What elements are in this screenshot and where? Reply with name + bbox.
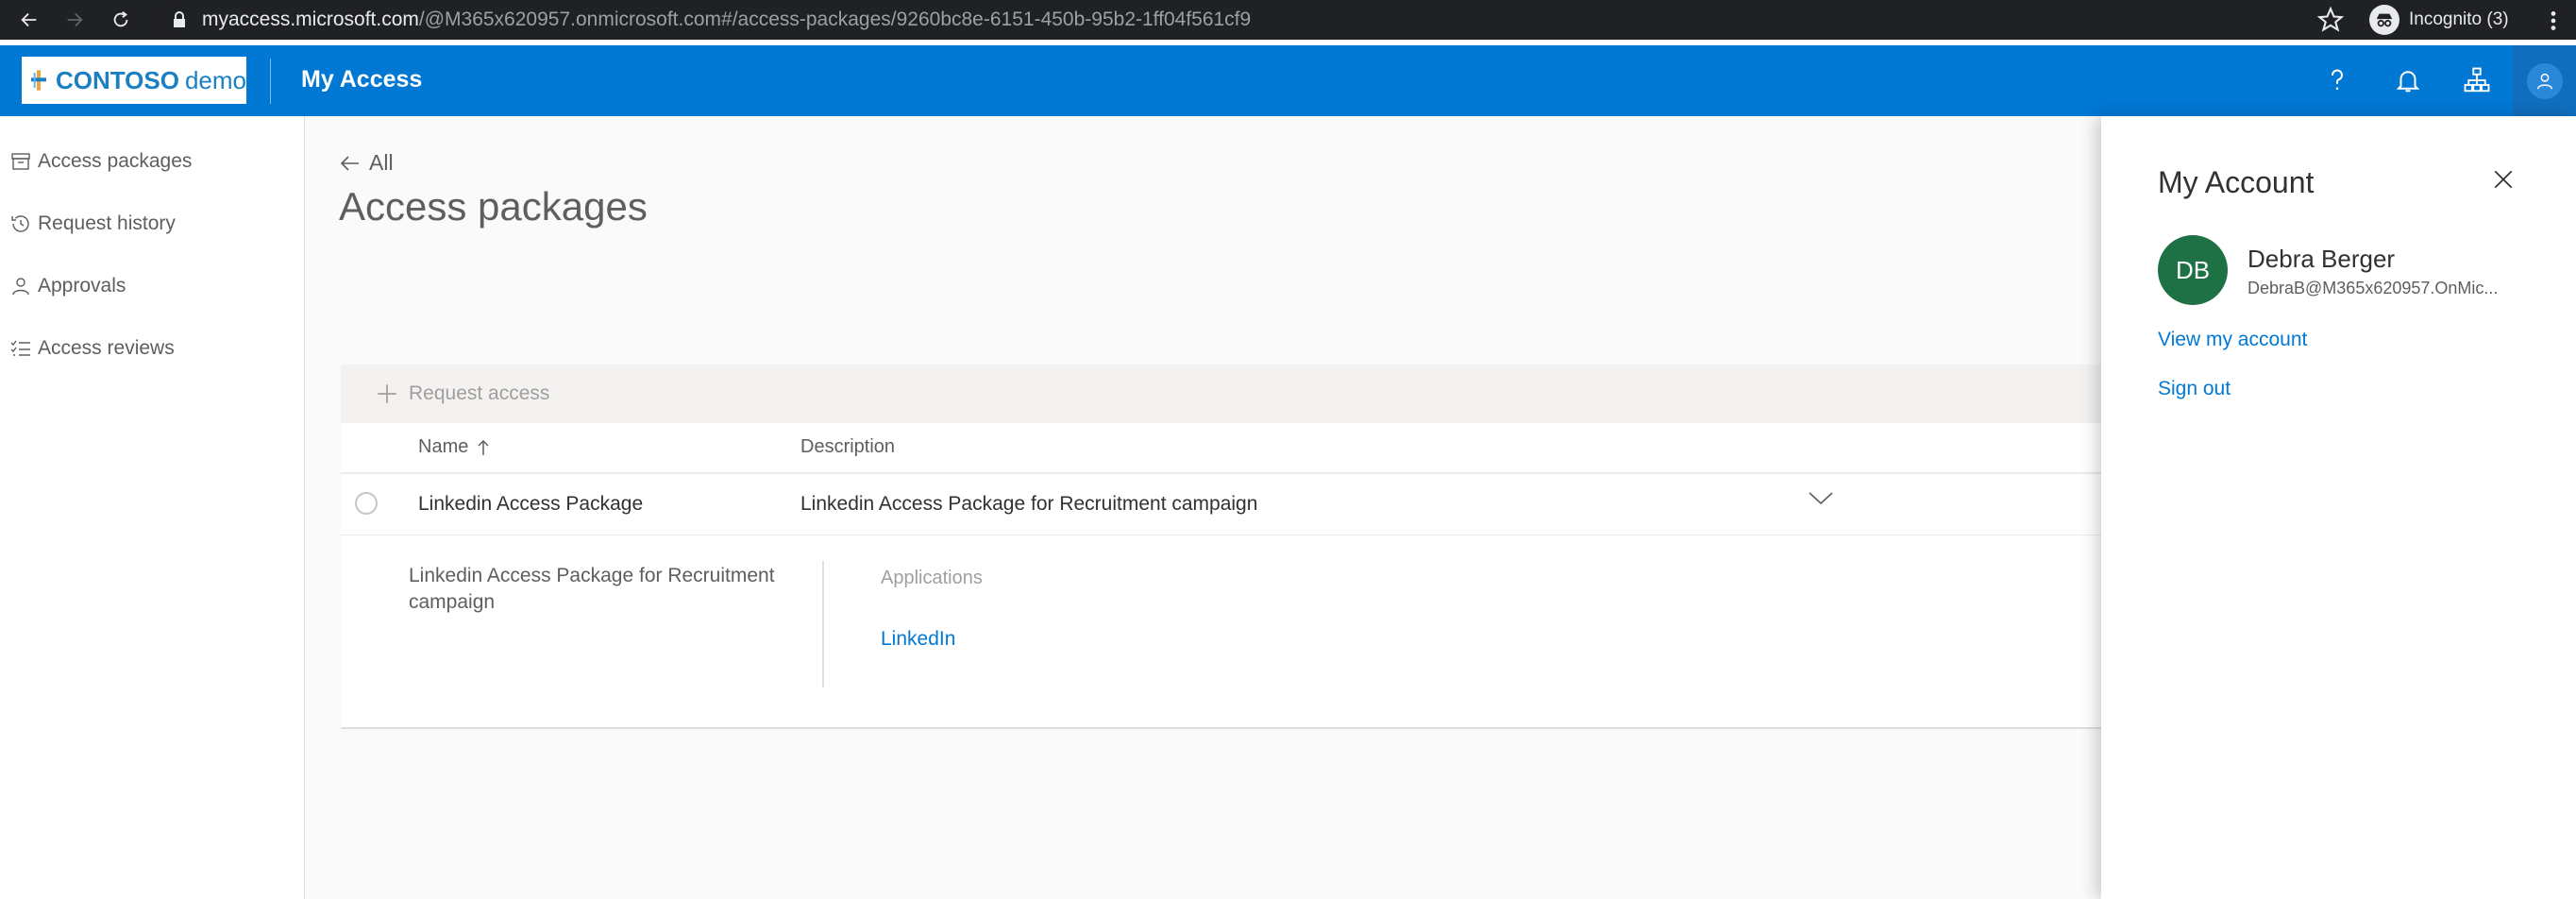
- logo-mark-icon: [30, 70, 46, 91]
- person-icon: [2536, 73, 2552, 89]
- chevron-down-icon[interactable]: [1807, 487, 1835, 510]
- user-name: Debra Berger: [2248, 245, 2396, 273]
- url-path: /@M365x620957.onmicrosoft.com#/access-pa…: [418, 8, 1252, 30]
- command-bar: Request access: [341, 365, 2134, 423]
- url-host: myaccess.microsoft.com: [202, 8, 419, 30]
- package-icon: [11, 153, 30, 170]
- incognito-profile-button[interactable]: Incognito (3): [2369, 5, 2509, 35]
- detail-divider: [822, 561, 824, 687]
- column-header-name[interactable]: Name: [418, 436, 491, 458]
- incognito-icon: [2369, 5, 2399, 35]
- sidebar: Access packages Request history Approval…: [0, 116, 305, 899]
- application-link-linkedin[interactable]: LinkedIn: [881, 628, 955, 651]
- row-select-radio[interactable]: [355, 492, 378, 515]
- sign-out-link[interactable]: Sign out: [2158, 378, 2231, 400]
- panel-title: My Account: [2158, 165, 2315, 199]
- sidebar-item-label: Access packages: [38, 150, 193, 172]
- row-description: Linkedin Access Package for Recruitment …: [800, 493, 1258, 515]
- request-access-button[interactable]: Request access: [375, 382, 549, 406]
- profile-label: Incognito (3): [2409, 9, 2509, 29]
- user-avatar: [2526, 62, 2563, 99]
- header-divider: [270, 59, 271, 104]
- sidebar-item-request-history[interactable]: Request history: [9, 207, 176, 241]
- column-header-description[interactable]: Description: [800, 436, 895, 458]
- user-email: DebraB@M365x620957.OnMic...: [2248, 279, 2499, 297]
- notification-bell-icon[interactable]: [2392, 64, 2424, 96]
- bookmark-star-icon[interactable]: [2317, 7, 2344, 33]
- forward-arrow-icon[interactable]: [60, 6, 89, 34]
- lock-icon: [174, 11, 185, 27]
- reload-icon[interactable]: [107, 6, 135, 34]
- help-icon[interactable]: [2321, 64, 2353, 96]
- table-row[interactable]: Linkedin Access Package Linkedin Access …: [341, 474, 2134, 535]
- back-arrow-icon[interactable]: [15, 6, 43, 34]
- person-icon: [12, 278, 29, 296]
- applications-label: Applications: [881, 568, 983, 588]
- organization-icon[interactable]: [2461, 64, 2493, 96]
- sidebar-item-label: Approvals: [38, 275, 126, 297]
- row-name: Linkedin Access Package: [418, 493, 644, 515]
- table-header: Name Description: [341, 423, 2134, 474]
- contoso-logo[interactable]: CONTOSO demo: [22, 57, 246, 104]
- logo-brand-text: CONTOSO: [55, 65, 179, 94]
- sidebar-item-approvals[interactable]: Approvals: [9, 269, 126, 303]
- sidebar-item-access-reviews[interactable]: Access reviews: [9, 331, 175, 365]
- avatar: DB: [2158, 235, 2228, 305]
- account-avatar-button[interactable]: [2513, 45, 2576, 116]
- app-title[interactable]: My Access: [301, 66, 422, 93]
- access-packages-table: Name Description Linkedin Access Package…: [341, 423, 2134, 729]
- checklist-icon: [10, 340, 30, 356]
- plus-icon: [378, 384, 396, 403]
- page-title: Access packages: [339, 184, 648, 229]
- sort-ascending-icon: [478, 439, 489, 455]
- close-icon[interactable]: [2491, 167, 2516, 192]
- more-menu-icon[interactable]: [2541, 8, 2566, 34]
- address-bar[interactable]: myaccess.microsoft.com/@M365x620957.onmi…: [160, 4, 2388, 36]
- my-account-panel: My Account DB Debra Berger DebraB@M365x6…: [2101, 116, 2576, 899]
- back-to-all-link[interactable]: All: [339, 150, 394, 176]
- arrow-left-icon: [340, 155, 359, 171]
- sidebar-item-label: Request history: [38, 212, 176, 234]
- browser-toolbar: myaccess.microsoft.com/@M365x620957.onmi…: [0, 0, 2576, 40]
- view-my-account-link[interactable]: View my account: [2158, 329, 2307, 351]
- detail-description: Linkedin Access Package for Recruitment …: [409, 565, 775, 613]
- history-icon: [11, 215, 29, 232]
- avatar-initials: DB: [2175, 255, 2211, 284]
- sidebar-item-access-packages[interactable]: Access packages: [9, 144, 192, 178]
- request-access-label: Request access: [409, 382, 550, 404]
- app-header: CONTOSO demo My Access: [0, 45, 2576, 116]
- sidebar-item-label: Access reviews: [38, 337, 175, 359]
- logo-suffix-text: demo: [184, 65, 246, 94]
- back-label: All: [369, 150, 394, 175]
